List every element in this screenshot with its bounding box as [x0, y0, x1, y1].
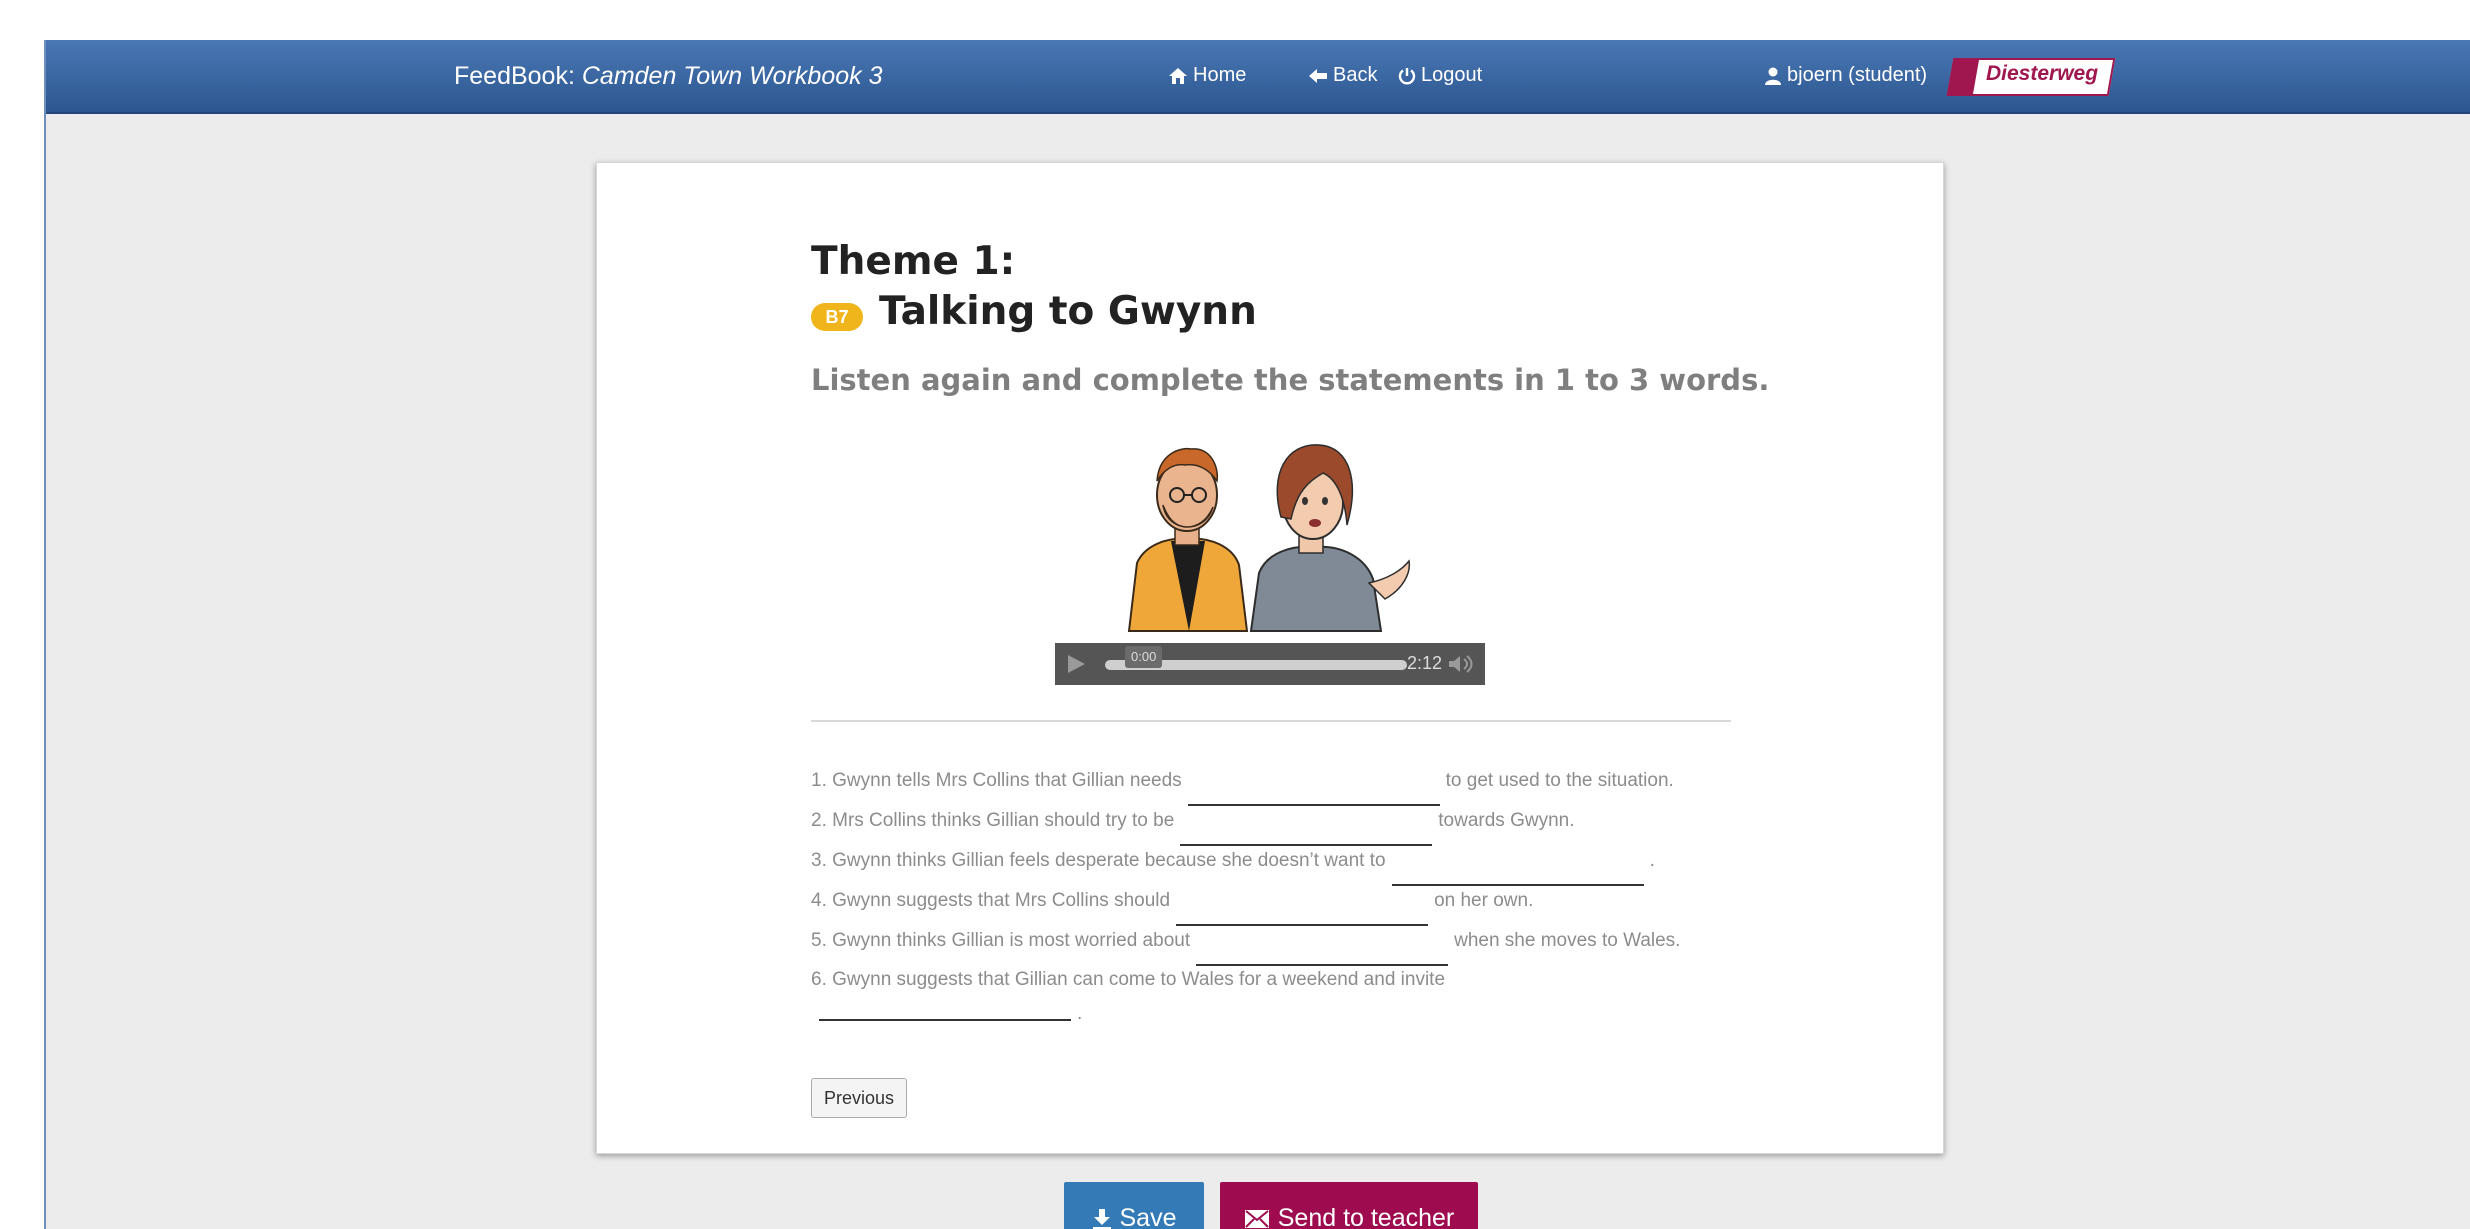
exercise-instruction: Listen again and complete the statements…: [811, 363, 1770, 397]
audio-progress-track[interactable]: 0:00: [1105, 646, 1407, 670]
user-menu[interactable]: bjoern (student): [1764, 64, 1927, 87]
publisher-logo-text: Diesterweg: [1986, 62, 2099, 85]
statement-3: 3. Gwynn thinks Gillian feels desperate …: [811, 850, 1655, 886]
exercise-card: Theme 1: B7 Talking to Gwynn Listen agai…: [596, 162, 1944, 1154]
statement-5-text: 5. Gwynn thinks Gillian is most worried …: [811, 930, 1191, 951]
envelope-icon: [1244, 1209, 1269, 1228]
user-name: bjoern (student): [1787, 64, 1928, 86]
answer-input-4[interactable]: [1176, 894, 1429, 926]
answer-input-3[interactable]: [1391, 854, 1644, 886]
download-icon: [1092, 1208, 1111, 1229]
statement-5: 5. Gwynn thinks Gillian is most worried …: [811, 930, 1680, 966]
statement-4-suffix: on her own.: [1434, 890, 1534, 911]
answer-input-1[interactable]: [1187, 774, 1440, 806]
theme-heading: Theme 1:: [811, 239, 1016, 284]
user-icon: [1765, 67, 1781, 85]
nav-home-link[interactable]: Home: [1168, 64, 1246, 87]
statement-1: 1. Gwynn tells Mrs Collins that Gillian …: [811, 770, 1674, 806]
audio-player: 0:00 2:12: [1055, 643, 1485, 685]
nav-home-label: Home: [1193, 64, 1247, 86]
arrow-left-icon: [1309, 68, 1327, 83]
exercise-badge: B7: [811, 303, 863, 331]
brand-prefix: FeedBook:: [454, 62, 582, 90]
statement-4-text: 4. Gwynn suggests that Mrs Collins shoul…: [811, 890, 1171, 911]
statement-3-text: 3. Gwynn thinks Gillian feels desperate …: [811, 850, 1386, 871]
nav-back-label: Back: [1333, 64, 1378, 86]
answer-input-2[interactable]: [1180, 814, 1433, 846]
app-viewport: FeedBook: Camden Town Workbook 3 Home Ba…: [44, 40, 2470, 1229]
home-icon: [1169, 67, 1187, 84]
top-navbar: FeedBook: Camden Town Workbook 3 Home Ba…: [46, 40, 2470, 114]
exercise-title: Talking to Gwynn: [879, 289, 1257, 334]
statement-2-suffix: towards Gwynn.: [1438, 810, 1575, 831]
send-to-teacher-button[interactable]: Send to teacher: [1220, 1182, 1478, 1229]
answer-input-5[interactable]: [1196, 934, 1449, 966]
power-icon: [1398, 67, 1416, 84]
audio-duration: 2:12: [1407, 653, 1443, 673]
statement-4: 4. Gwynn suggests that Mrs Collins shoul…: [811, 890, 1533, 926]
statement-3-suffix: .: [1649, 850, 1655, 871]
answer-input-6[interactable]: [819, 989, 1071, 1021]
save-button[interactable]: Save: [1064, 1182, 1204, 1229]
play-icon[interactable]: [1065, 653, 1087, 675]
volume-icon[interactable]: [1447, 654, 1475, 674]
statement-6: 6. Gwynn suggests that Gillian can come …: [811, 969, 1445, 991]
send-label: Send to teacher: [1277, 1204, 1455, 1229]
statement-6-text: 6. Gwynn suggests that Gillian can come …: [811, 969, 1446, 990]
save-label: Save: [1119, 1204, 1177, 1229]
nav-logout-link[interactable]: Logout: [1398, 64, 1482, 87]
audio-current-time: 0:00: [1125, 646, 1163, 668]
statement-2-text: 2. Mrs Collins thinks Gillian should try…: [811, 810, 1175, 831]
illustration-image: [1119, 433, 1419, 633]
brand-book-title: Camden Town Workbook 3: [581, 62, 883, 90]
statement-1-text: 1. Gwynn tells Mrs Collins that Gillian …: [811, 770, 1182, 791]
statement-2: 2. Mrs Collins thinks Gillian should try…: [811, 810, 1575, 846]
statement-1-suffix: to get used to the situation.: [1445, 770, 1674, 791]
nav-logout-label: Logout: [1421, 64, 1483, 86]
section-divider: [811, 720, 1731, 722]
previous-button[interactable]: Previous: [811, 1078, 907, 1118]
statement-5-suffix: when she moves to Wales.: [1454, 930, 1681, 951]
nav-back-link[interactable]: Back: [1308, 64, 1377, 87]
statement-6-suffix: .: [1077, 1003, 1083, 1024]
app-brand[interactable]: FeedBook: Camden Town Workbook 3: [454, 62, 882, 91]
